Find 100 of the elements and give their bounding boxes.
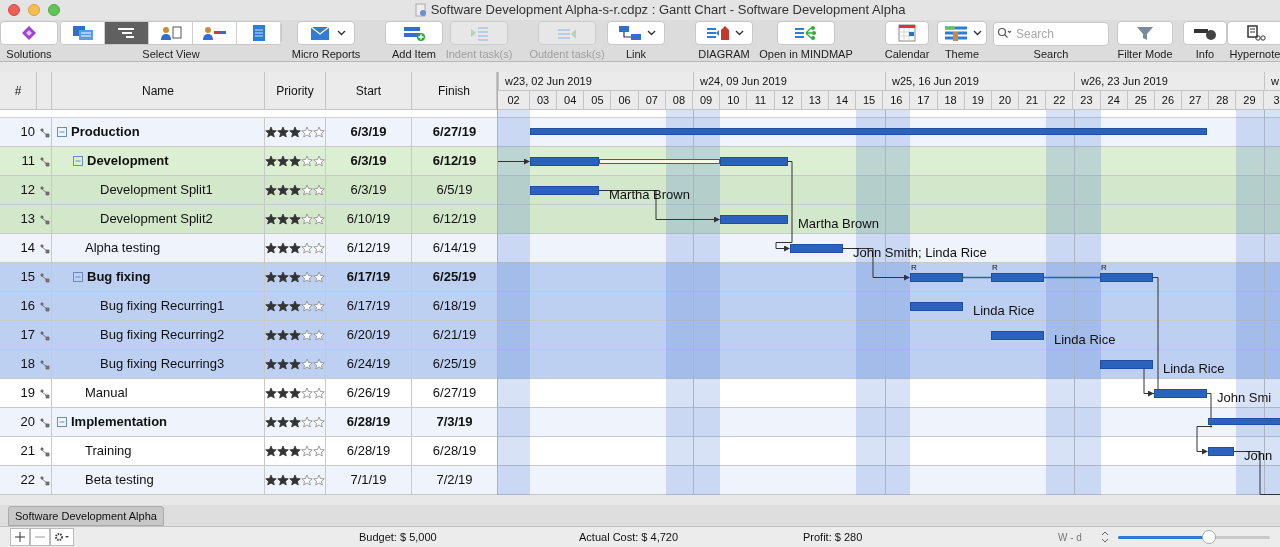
toolbar-label: Outdent task(s) <box>529 48 605 61</box>
table-row[interactable]: 11 Development 6/3/19 6/12/19 <box>0 147 497 176</box>
toolbar-label: Indent task(s) <box>445 48 513 61</box>
finish-date: 6/25/19 <box>431 268 478 287</box>
toolbar-label: Open in MINDMAP <box>759 48 853 61</box>
start-date: 6/20/19 <box>326 321 412 349</box>
day-header: 08 <box>665 91 693 109</box>
row-number: 18 <box>19 355 36 374</box>
row-number: 15 <box>19 268 36 287</box>
day-header: 29 <box>1236 91 1264 109</box>
resource-label: Linda Rice <box>1054 331 1116 349</box>
resource-label: John <box>1244 447 1273 465</box>
start-date: 6/3/19 <box>326 147 412 175</box>
finish-date: 7/3/19 <box>435 413 474 432</box>
week-header: w23, 02 Jun 2019 <box>498 72 693 90</box>
table-row[interactable]: 10 Production 6/3/19 6/27/19 <box>0 118 497 147</box>
table-row[interactable]: 13 Development Split2 6/10/19 6/12/19 <box>0 205 497 234</box>
row-number: 17 <box>19 326 36 345</box>
row-number: 12 <box>19 181 36 200</box>
task-name: Development Split2 <box>100 210 213 229</box>
table-row[interactable]: 20 Implementation 6/28/19 7/3/19 <box>0 408 497 437</box>
column-header[interactable]: Finish <box>412 72 497 109</box>
task-name: Bug fixing Recurring3 <box>100 355 225 374</box>
row-number: 14 <box>19 239 36 258</box>
column-header[interactable]: Start <box>326 72 412 109</box>
row-number: 10 <box>19 123 36 142</box>
start-date: 6/3/19 <box>326 118 412 146</box>
day-header: 25 <box>1127 91 1155 109</box>
start-date: 6/17/19 <box>326 263 412 291</box>
start-date: 6/24/19 <box>326 350 412 378</box>
table-row[interactable]: 14 Alpha testing 6/12/19 6/14/19 <box>0 234 497 263</box>
day-header: 05 <box>584 91 612 109</box>
resource-label: John Smith; Linda Rice <box>853 244 987 262</box>
table-row[interactable]: 21 Training 6/28/19 6/28/19 <box>0 437 497 466</box>
day-header: 10 <box>720 91 748 109</box>
table-row[interactable]: 18 Bug fixing Recurring3 6/24/19 6/25/19 <box>0 350 497 379</box>
day-header: 13 <box>801 91 829 109</box>
task-name: Beta testing <box>85 471 154 490</box>
row-number: 22 <box>19 471 36 490</box>
finish-date: 6/27/19 <box>431 384 478 403</box>
task-name: Manual <box>85 384 128 403</box>
start-date: 6/28/19 <box>326 408 412 436</box>
resource-label: Martha Brown <box>609 186 690 204</box>
table-row[interactable]: 16 Bug fixing Recurring1 6/17/19 6/18/19 <box>0 292 497 321</box>
window-title: Software Development Alpha-s-r.cdpz : Gantt Chart - Software Development Alpha <box>430 1 906 20</box>
resource-label: Linda Rice <box>1163 360 1225 378</box>
day-header: 22 <box>1046 91 1074 109</box>
task-name: Implementation <box>71 413 168 432</box>
week-header: w26, 23 Jun 2019 <box>1074 72 1264 90</box>
row-number: 16 <box>19 297 36 316</box>
table-row[interactable]: 17 Bug fixing Recurring2 6/20/19 6/21/19 <box>0 321 497 350</box>
table-row[interactable]: 12 Development Split1 6/3/19 6/5/19 <box>0 176 497 205</box>
start-date: 7/1/19 <box>326 466 412 494</box>
actual-cost-text: Actual Cost: $ 4,720 <box>579 529 680 545</box>
finish-date: 6/12/19 <box>431 152 478 171</box>
table-row[interactable]: 19 Manual 6/26/19 6/27/19 <box>0 379 497 408</box>
finish-date: 6/27/19 <box>431 123 478 142</box>
day-header: 06 <box>611 91 639 109</box>
toolbar-label: Add Item <box>392 48 436 61</box>
week-header: w25, 16 Jun 2019 <box>885 72 1074 90</box>
start-date: 6/12/19 <box>326 234 412 262</box>
row-number: 11 <box>20 152 36 171</box>
finish-date: 6/14/19 <box>431 239 478 258</box>
day-header: 19 <box>964 91 992 109</box>
table-row[interactable]: 22 Beta testing 7/1/19 7/2/19 <box>0 466 497 495</box>
row-number: 20 <box>19 413 36 432</box>
toolbar-label: Link <box>625 48 647 61</box>
sheet-tab[interactable]: Software Development Alpha <box>8 506 164 526</box>
day-header: 14 <box>828 91 856 109</box>
column-header[interactable]: Name <box>52 72 265 109</box>
day-header: 3 <box>1263 91 1280 109</box>
day-header: 02 <box>498 91 530 109</box>
toolbar-label: Micro Reports <box>291 48 361 61</box>
day-header: 18 <box>937 91 965 109</box>
toolbar-label: Hypernote <box>1229 48 1280 61</box>
table-row[interactable]: 15 Bug fixing 6/17/19 6/25/19 <box>0 263 497 292</box>
profit-text: Profit: $ 280 <box>803 529 864 545</box>
toolbar-label: Search <box>1033 48 1069 61</box>
day-header: 07 <box>638 91 666 109</box>
row-number: 21 <box>19 442 36 461</box>
finish-date: 6/12/19 <box>431 210 478 229</box>
day-header: 20 <box>991 91 1020 109</box>
day-header: 21 <box>1019 91 1047 109</box>
week-header: w24, 09 Jun 2019 <box>693 72 885 90</box>
task-name: Bug fixing <box>87 268 151 287</box>
finish-date: 6/18/19 <box>431 297 478 316</box>
toolbar-label: Info <box>1195 48 1215 61</box>
day-header: 28 <box>1209 91 1237 109</box>
day-header: 04 <box>557 91 585 109</box>
finish-date: 6/28/19 <box>431 442 478 461</box>
search-field[interactable]: Search <box>993 22 1109 46</box>
column-header[interactable]: Priority <box>265 72 326 109</box>
toolbar-label: Select View <box>142 48 200 61</box>
task-name: Bug fixing Recurring1 <box>100 297 225 316</box>
day-header: 03 <box>530 91 558 109</box>
day-header: 09 <box>693 91 721 109</box>
day-header: 12 <box>774 91 802 109</box>
column-header[interactable]: # <box>0 72 37 109</box>
finish-date: 6/5/19 <box>435 181 474 200</box>
resource-label: John Smi <box>1217 389 1272 407</box>
